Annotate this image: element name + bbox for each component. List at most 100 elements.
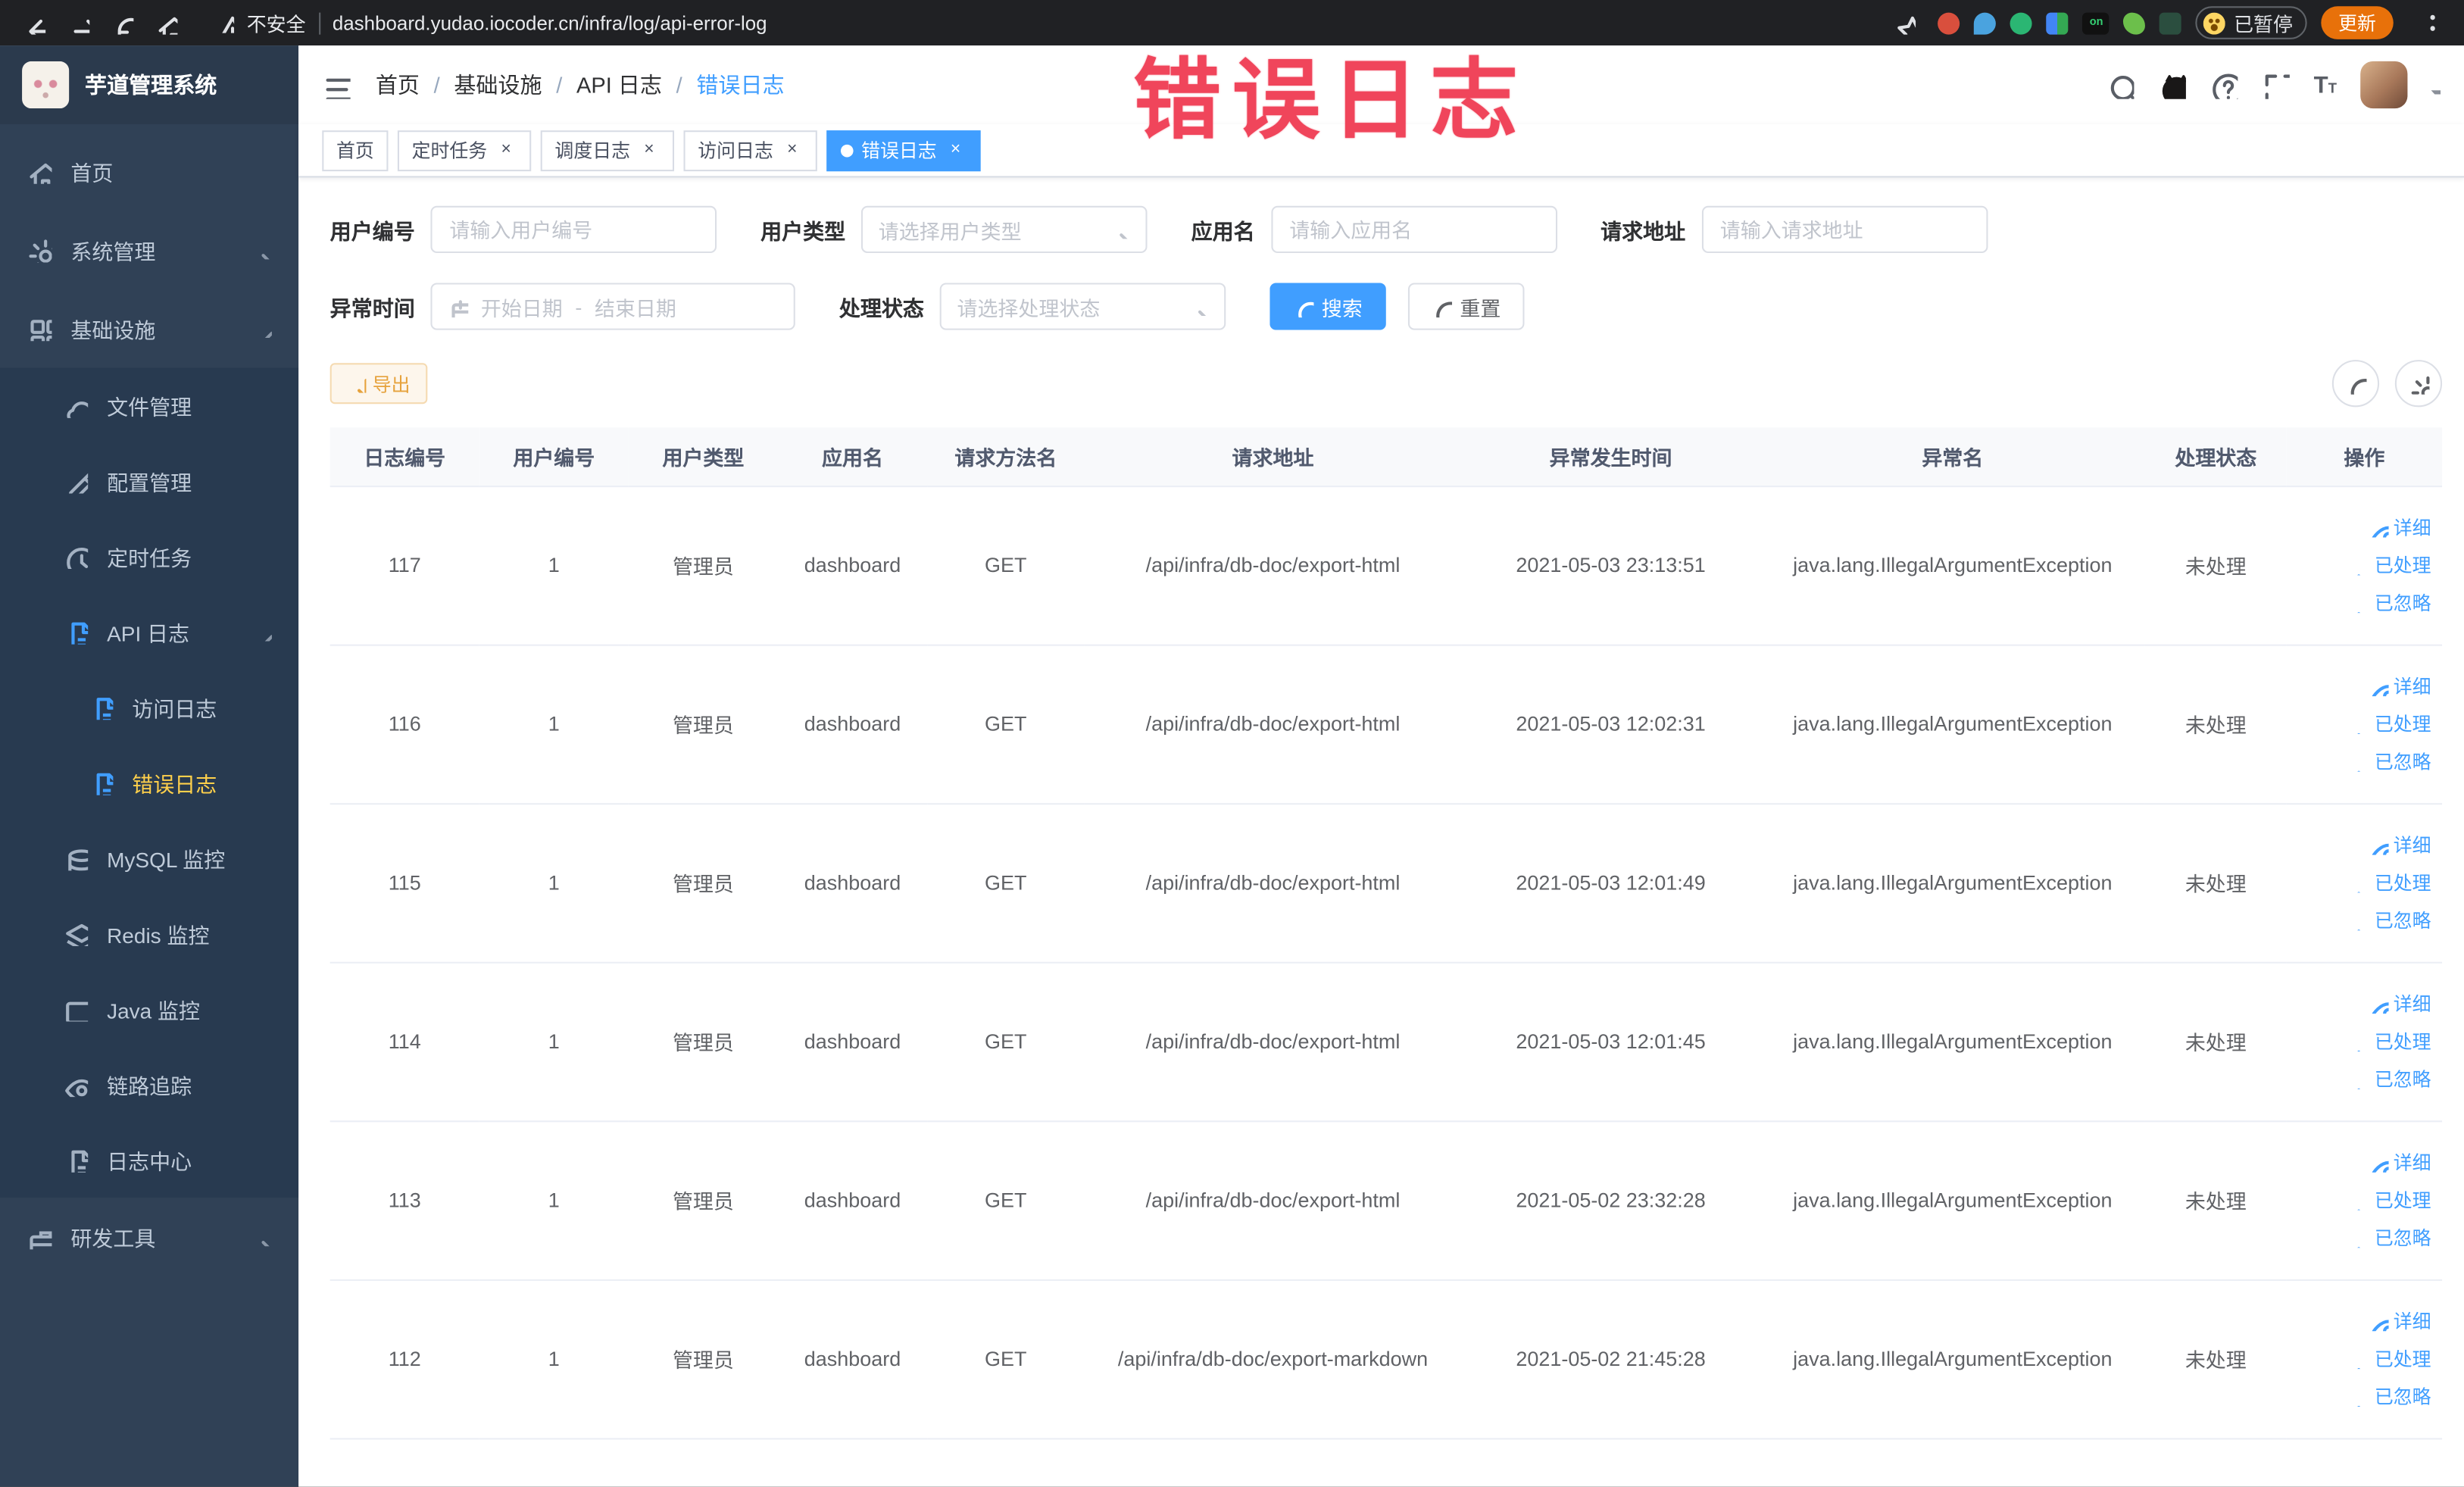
view-icon <box>2370 518 2389 537</box>
ignored-link[interactable]: 已忽略 <box>2351 748 2431 775</box>
extension-on-icon[interactable]: on <box>2082 11 2110 34</box>
browser-reload-button[interactable] <box>104 4 142 42</box>
tag-error-log[interactable]: 错误日志 × <box>826 130 981 171</box>
detail-link[interactable]: 详细 <box>2370 514 2431 540</box>
search-button[interactable]: 搜索 <box>1269 283 1386 330</box>
processed-link[interactable]: 已处理 <box>2351 869 2431 895</box>
processed-link[interactable]: 已处理 <box>2351 1028 2431 1054</box>
sidebar-item-file-management[interactable]: 文件管理 <box>0 367 298 443</box>
extension-icon-4[interactable] <box>2047 11 2069 34</box>
processed-link[interactable]: 已处理 <box>2351 711 2431 737</box>
app-title: 芋道管理系统 <box>85 72 217 98</box>
paused-chip[interactable]: 已暂停 <box>2196 6 2307 39</box>
close-icon[interactable]: × <box>781 139 803 161</box>
breadcrumb-home[interactable]: 首页 <box>376 69 420 100</box>
fullscreen-icon[interactable] <box>2262 70 2290 98</box>
tag-schedule-log[interactable]: 调度日志 × <box>540 130 675 171</box>
detail-link[interactable]: 详细 <box>2370 832 2431 858</box>
cell-user-type: 管理员 <box>628 961 778 1122</box>
avatar[interactable] <box>2360 61 2408 109</box>
document-icon <box>88 695 113 720</box>
cell-request-url: /api/infra/db-doc/export-html <box>1084 803 1462 963</box>
browser-back-button[interactable] <box>16 4 54 42</box>
detail-link[interactable]: 详细 <box>2370 1307 2431 1334</box>
sidebar-item-home[interactable]: 首页 <box>0 132 298 211</box>
ignored-link[interactable]: 已忽略 <box>2351 907 2431 933</box>
user-type-select[interactable]: 请选择用户类型 <box>860 205 1148 254</box>
avatar-caret-icon[interactable] <box>2422 76 2441 95</box>
sidebar-item-infrastructure[interactable]: 基础设施 <box>0 289 298 368</box>
cell-status: 未处理 <box>2144 1279 2287 1439</box>
sidebar-item-mysql-monitor[interactable]: MySQL 监控 <box>0 820 298 896</box>
extension-icon-1[interactable] <box>1938 11 1961 34</box>
sidebar-item-java-monitor[interactable]: Java 监控 <box>0 971 298 1047</box>
browser-home-button[interactable] <box>148 4 186 42</box>
export-button[interactable]: 导出 <box>329 363 428 405</box>
request-url-input[interactable] <box>1700 205 1988 254</box>
browser-forward-button[interactable] <box>60 4 98 42</box>
search-icon[interactable] <box>2106 70 2135 98</box>
tag-scheduled-jobs[interactable]: 定时任务 × <box>397 130 532 171</box>
sidebar-item-log-center[interactable]: 日志中心 <box>0 1122 298 1198</box>
tag-access-log[interactable]: 访问日志 × <box>683 130 817 171</box>
processed-link[interactable]: 已处理 <box>2351 551 2431 578</box>
reset-button[interactable]: 重置 <box>1407 283 1525 330</box>
table-row: 113 1 管理员 dashboard GET /api/infra/db-do… <box>329 1120 2443 1280</box>
close-icon[interactable]: × <box>495 139 517 161</box>
column-header-user-id: 用户编号 <box>479 427 629 487</box>
browser-menu-icon[interactable] <box>2407 9 2442 36</box>
cell-log-id: 117 <box>329 486 479 645</box>
font-size-icon[interactable]: TT <box>2314 73 2337 96</box>
cell-request-url: /api/infra/db-doc/export-html <box>1084 961 1462 1122</box>
app-logo[interactable]: 芋道管理系统 <box>0 45 299 124</box>
browser-update-button[interactable]: 更新 <box>2321 6 2394 39</box>
user-id-input[interactable] <box>430 205 717 254</box>
close-icon[interactable]: × <box>638 139 660 161</box>
sidebar-item-redis-monitor[interactable]: Redis 监控 <box>0 896 298 972</box>
exception-time-range-picker[interactable]: 开始日期 - 结束日期 <box>430 283 795 330</box>
app-name-input[interactable] <box>1270 205 1557 254</box>
column-settings-button[interactable] <box>2394 360 2443 408</box>
extension-icon-2[interactable] <box>1974 11 1997 34</box>
extension-icon-3[interactable] <box>2010 11 2033 34</box>
ignored-link[interactable]: 已忽略 <box>2351 1224 2431 1251</box>
ignored-link[interactable]: 已忽略 <box>2351 1383 2431 1410</box>
close-icon[interactable]: × <box>945 139 967 161</box>
ignored-link[interactable]: 已忽略 <box>2351 1066 2431 1092</box>
address-bar[interactable]: 不安全 dashboard.yudao.iocoder.cn/infra/log… <box>192 8 1880 37</box>
help-icon[interactable] <box>2210 70 2238 98</box>
layers-icon <box>63 921 88 946</box>
table-row: 116 1 管理员 dashboard GET /api/infra/db-do… <box>329 644 2443 804</box>
processed-link[interactable]: 已处理 <box>2351 1186 2431 1213</box>
sidebar-item-dev-tools[interactable]: 研发工具 <box>0 1198 298 1276</box>
process-status-select[interactable]: 请选择处理状态 <box>939 283 1226 330</box>
sidebar-item-error-log[interactable]: 错误日志 <box>0 745 298 820</box>
bookmark-star-icon[interactable] <box>1887 4 1925 42</box>
sidebar-item-config-management[interactable]: 配置管理 <box>0 443 298 519</box>
detail-link[interactable]: 详细 <box>2370 1149 2431 1176</box>
hamburger-icon[interactable] <box>322 70 350 98</box>
processed-link[interactable]: 已处理 <box>2351 1345 2431 1372</box>
cell-request-url: /api/infra/db-doc/export-html <box>1084 644 1462 804</box>
view-icon <box>2370 836 2389 854</box>
extension-tree-icon[interactable] <box>2160 11 2182 34</box>
breadcrumb-infrastructure[interactable]: 基础设施 <box>454 69 542 100</box>
sidebar-item-api-log[interactable]: API 日志 <box>0 594 298 670</box>
extension-leaf-icon[interactable] <box>2123 11 2146 34</box>
cell-method: GET <box>927 1279 1085 1439</box>
cell-method: GET <box>927 1120 1085 1280</box>
sidebar-item-system-management[interactable]: 系统管理 <box>0 211 298 289</box>
cell-log-id: 114 <box>329 961 479 1122</box>
detail-link[interactable]: 详细 <box>2370 673 2431 699</box>
url-text: dashboard.yudao.iocoder.cn/infra/log/api… <box>332 11 767 34</box>
sidebar-item-access-log[interactable]: 访问日志 <box>0 670 298 745</box>
ignored-link[interactable]: 已忽略 <box>2351 589 2431 616</box>
table-toolbar: 导出 <box>329 360 2443 408</box>
breadcrumb-api-log[interactable]: API 日志 <box>576 69 662 100</box>
detail-link[interactable]: 详细 <box>2370 990 2431 1017</box>
sidebar-item-trace[interactable]: 链路追踪 <box>0 1047 298 1123</box>
github-icon[interactable] <box>2158 70 2187 99</box>
tag-home[interactable]: 首页 <box>322 130 389 171</box>
sidebar-item-scheduled-jobs[interactable]: 定时任务 <box>0 519 298 595</box>
refresh-table-button[interactable] <box>2331 360 2380 408</box>
